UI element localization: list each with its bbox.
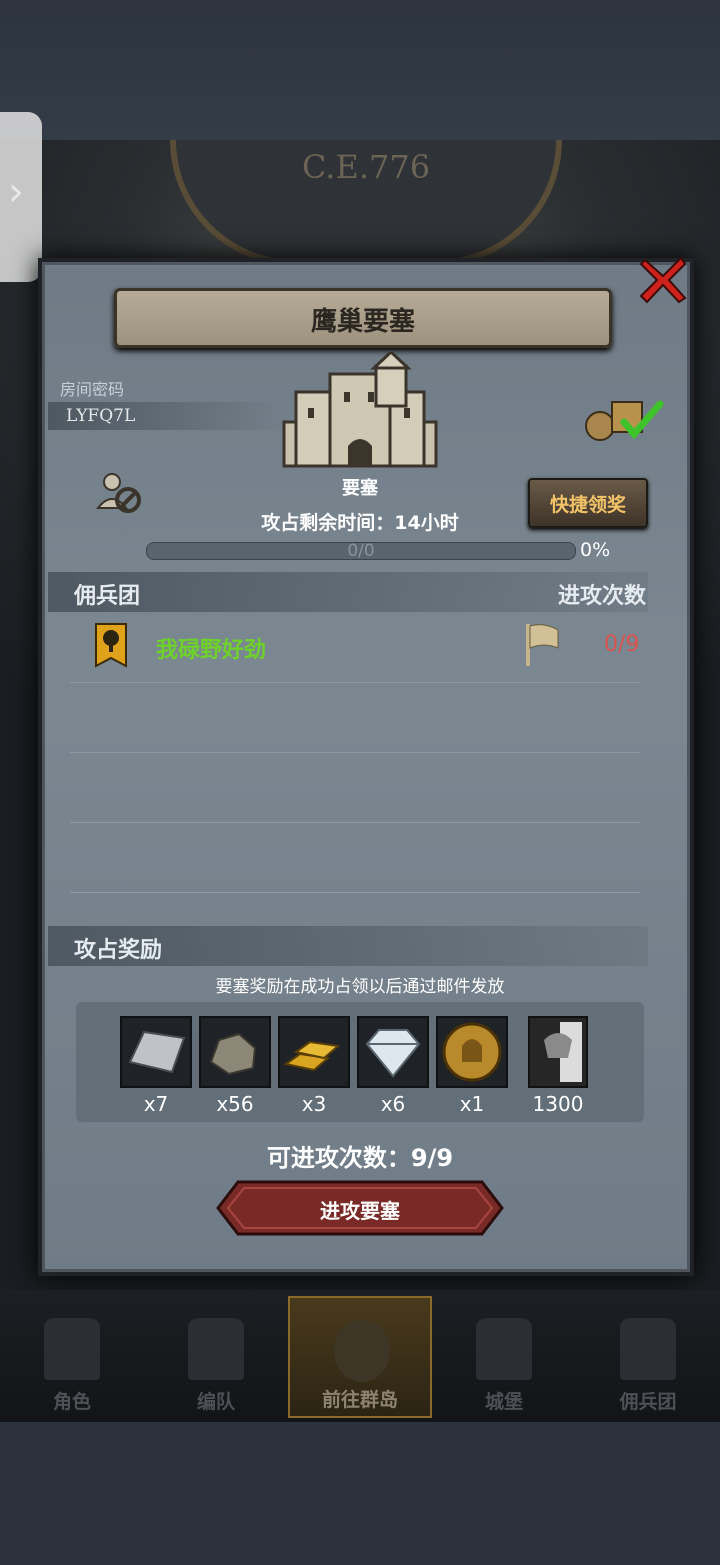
reward-bag-check-icon[interactable] bbox=[584, 396, 664, 442]
progress-percent: 0% bbox=[580, 539, 611, 561]
attack-flag-icon bbox=[526, 624, 559, 666]
time-remaining: 攻占剩余时间：14小时 bbox=[261, 512, 459, 534]
item-qty: x6 bbox=[380, 1092, 406, 1116]
knight-coin-icon bbox=[442, 1022, 502, 1082]
reward-section-title: 攻占奖励 bbox=[74, 938, 163, 963]
empty-row bbox=[70, 826, 640, 893]
empty-row bbox=[70, 756, 640, 823]
diamond-icon bbox=[365, 1029, 421, 1078]
mercenary-icon bbox=[620, 1318, 676, 1380]
progress-text: 0/0 bbox=[347, 541, 375, 561]
nav-formation[interactable]: 编队 bbox=[144, 1296, 288, 1418]
nav-label: 城堡 bbox=[484, 1391, 523, 1413]
attack-fortress-button[interactable]: 进攻要塞 bbox=[216, 1180, 504, 1236]
no-user-icon[interactable] bbox=[96, 470, 144, 514]
nav-label: 角色 bbox=[52, 1391, 91, 1413]
close-icon bbox=[639, 256, 687, 304]
compass-icon bbox=[334, 1320, 390, 1382]
nav-go-islands[interactable]: 前往群岛 bbox=[288, 1296, 432, 1418]
attack-fortress-label: 进攻要塞 bbox=[320, 1199, 400, 1223]
reward-section-header: 攻占奖励 bbox=[48, 926, 648, 966]
reward-note: 要塞奖励在成功占领以后通过邮件发放 bbox=[215, 977, 505, 997]
reward-item-gold[interactable]: x3 bbox=[278, 1016, 350, 1116]
fortress-label: 要塞 bbox=[342, 478, 378, 499]
remaining-attempts: 可进攻次数：9/9 bbox=[266, 1144, 454, 1172]
nav-label: 前往群岛 bbox=[321, 1389, 398, 1411]
item-qty: 1300 bbox=[532, 1092, 584, 1116]
close-button[interactable] bbox=[637, 254, 689, 306]
chevron-right-icon: › bbox=[8, 169, 24, 215]
item-qty: x7 bbox=[143, 1092, 169, 1116]
fortress-icon bbox=[282, 352, 438, 468]
title-banner: 鹰巢要塞 bbox=[114, 288, 612, 348]
nav-mercenary[interactable]: 佣兵团 bbox=[576, 1296, 720, 1418]
nav-label: 编队 bbox=[196, 1391, 235, 1413]
silver-ingot-icon bbox=[128, 1030, 186, 1074]
honor-banner-icon bbox=[544, 1022, 582, 1082]
gold-bar-icon bbox=[283, 1040, 341, 1072]
nav-role[interactable]: 角色 bbox=[0, 1296, 144, 1418]
nav-label: 佣兵团 bbox=[619, 1391, 677, 1413]
room-password-value: LYFQ7L bbox=[66, 406, 136, 426]
reward-item-diamond[interactable]: x6 bbox=[357, 1016, 429, 1116]
attack-count-header: 进攻次数 bbox=[557, 584, 646, 609]
room-password-box: LYFQ7L bbox=[48, 402, 288, 430]
mercenary-section-title: 佣兵团 bbox=[74, 584, 141, 609]
ore-icon bbox=[209, 1032, 257, 1076]
reward-item-ore[interactable]: x56 bbox=[199, 1016, 271, 1116]
room-password-label: 房间密码 bbox=[60, 380, 125, 399]
knight-icon bbox=[44, 1318, 100, 1380]
guild-name: 我碌野好劲 bbox=[156, 638, 267, 663]
status-bar-area bbox=[0, 0, 720, 140]
mercenary-section-header: 佣兵团 进攻次数 bbox=[48, 572, 648, 612]
castle-icon bbox=[476, 1318, 532, 1380]
reward-item-coin[interactable]: x1 bbox=[436, 1016, 508, 1116]
nav-castle[interactable]: 城堡 bbox=[432, 1296, 576, 1418]
item-qty: x3 bbox=[301, 1092, 327, 1116]
guild-banner-icon bbox=[95, 623, 127, 668]
empty-row bbox=[70, 686, 640, 753]
dialog-title: 鹰巢要塞 bbox=[310, 307, 415, 337]
helmet-icon bbox=[188, 1318, 244, 1380]
list-item[interactable]: 我碌野好劲 0/9 bbox=[70, 616, 640, 683]
item-qty: x56 bbox=[216, 1092, 254, 1116]
reward-item-silver[interactable]: x7 bbox=[120, 1016, 192, 1116]
capture-progress-bar: 0/0 bbox=[146, 541, 576, 561]
attack-count: 0/9 bbox=[604, 632, 640, 657]
system-bottom-area bbox=[0, 1422, 720, 1565]
item-qty: x1 bbox=[459, 1092, 485, 1116]
era-text: C.E.776 bbox=[301, 148, 431, 186]
reward-item-honor[interactable]: 1300 bbox=[522, 1016, 594, 1116]
side-expand-tab[interactable]: › bbox=[0, 112, 42, 282]
